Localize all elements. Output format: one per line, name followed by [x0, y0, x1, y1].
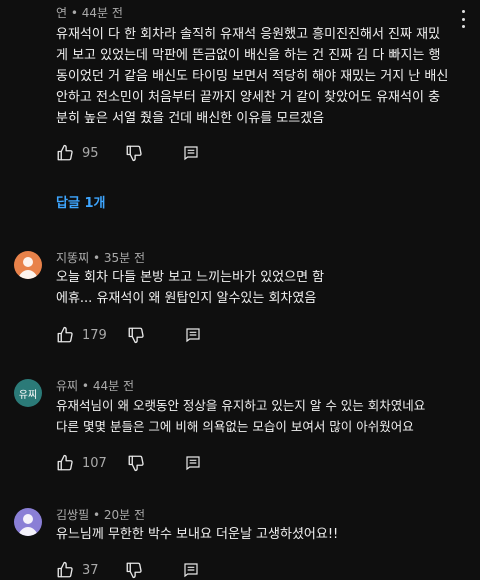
separator-dot: •	[92, 508, 104, 522]
dislike-button[interactable]	[125, 561, 143, 579]
reply-button[interactable]	[183, 562, 199, 578]
dislike-button[interactable]	[125, 144, 143, 162]
comment-text: 오늘 회차 다들 본방 보고 느끼는바가 있었으면 함 에휴... 유재석이 왜…	[56, 270, 325, 306]
like-count: 107	[82, 455, 107, 471]
comment-time: 35분 전	[103, 251, 146, 265]
thumbs-down-icon	[125, 561, 143, 579]
comment-author[interactable]: 지똥찌	[56, 251, 89, 265]
comment-reply-icon	[183, 562, 199, 578]
like-count: 37	[82, 562, 99, 578]
dislike-button[interactable]	[127, 454, 145, 472]
comment-author[interactable]: 연	[56, 6, 67, 20]
thumbs-down-icon	[125, 144, 143, 162]
dislike-button[interactable]	[127, 326, 145, 344]
comment-author[interactable]: 김쌍필	[56, 508, 89, 522]
comment: 김쌍필 • 20분 전 유느님께 무한한 박수 보내요 더운날 고생하셨어요!!…	[0, 502, 480, 580]
comment: 연 • 44분 전 유재석이 다 한 회차라 솔직히 유재석 응원했고 흥미진진…	[0, 0, 480, 220]
reply-button[interactable]	[185, 327, 201, 343]
avatar[interactable]	[14, 508, 42, 536]
person-icon	[18, 257, 38, 279]
view-replies-link[interactable]: 답글 1개	[56, 192, 105, 211]
comment-text: 유재석님이 왜 오랫동안 정상을 유지하고 있는지 알 수 있는 회차였네요 다…	[56, 398, 426, 434]
comment-author[interactable]: 유찌	[56, 379, 78, 393]
comment-reply-icon	[185, 327, 201, 343]
avatar-label: 유찌	[18, 389, 38, 401]
thumbs-up-icon	[56, 454, 74, 472]
like-button[interactable]: 107	[56, 454, 107, 472]
comment: 지똥찌 • 35분 전 오늘 회차 다들 본방 보고 느끼는바가 있었으면 함 …	[0, 245, 480, 355]
separator-dot: •	[81, 379, 93, 393]
comment-text: 유재석이 다 한 회차라 솔직히 유재석 응원했고 흥미진진해서 진짜 재밌게 …	[56, 27, 449, 126]
comment-actions: 107	[56, 453, 201, 473]
comment-actions: 37	[56, 560, 199, 580]
comment-header: 연 • 44분 전	[56, 4, 123, 21]
like-count: 179	[82, 327, 107, 343]
like-button[interactable]: 95	[56, 144, 99, 162]
comment-header: 김쌍필 • 20분 전	[56, 506, 145, 523]
comment-header: 유찌 • 44분 전	[56, 377, 134, 394]
more-options-icon[interactable]	[460, 10, 466, 28]
reply-button[interactable]	[185, 455, 201, 471]
thumbs-down-icon	[127, 326, 145, 344]
comment: 유찌 유찌 • 44분 전 유재석님이 왜 오랫동안 정상을 유지하고 있는지 …	[0, 373, 480, 483]
separator-dot: •	[70, 6, 82, 20]
comment-reply-icon	[185, 455, 201, 471]
person-icon	[18, 514, 38, 536]
like-count: 95	[82, 145, 99, 161]
comment-actions: 179	[56, 325, 201, 345]
thumbs-down-icon	[127, 454, 145, 472]
thumbs-up-icon	[56, 326, 74, 344]
comment-reply-icon	[183, 145, 199, 161]
thumbs-up-icon	[56, 561, 74, 579]
avatar[interactable]	[14, 251, 42, 279]
comment-time: 44분 전	[92, 379, 134, 393]
comment-text: 유느님께 무한한 박수 보내요 더운날 고생하셨어요!!	[56, 527, 339, 542]
comment-time: 44분 전	[81, 6, 123, 20]
thumbs-up-icon	[56, 144, 74, 162]
like-button[interactable]: 37	[56, 561, 99, 579]
comment-time: 20분 전	[103, 508, 146, 522]
comment-actions: 95	[56, 143, 199, 163]
avatar[interactable]: 유찌	[14, 379, 42, 407]
reply-button[interactable]	[183, 145, 199, 161]
comment-header: 지똥찌 • 35분 전	[56, 249, 145, 266]
like-button[interactable]: 179	[56, 326, 107, 344]
separator-dot: •	[92, 251, 104, 265]
